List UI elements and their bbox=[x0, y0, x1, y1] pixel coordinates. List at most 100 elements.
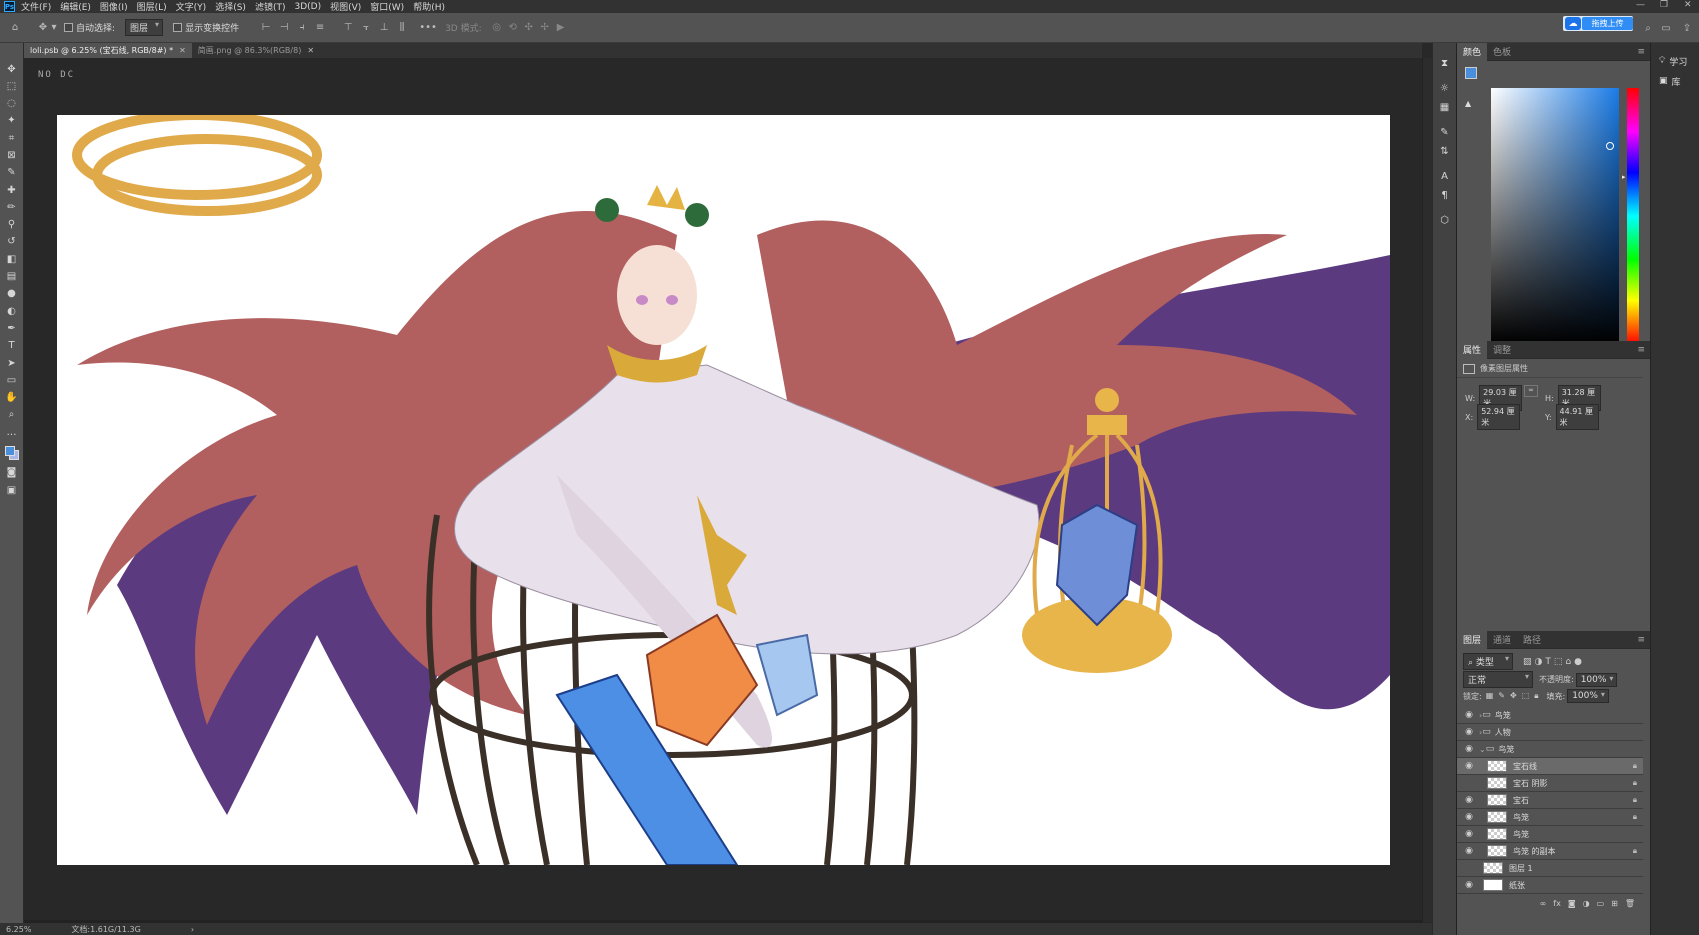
eyedropper-icon[interactable]: ✎ bbox=[3, 165, 21, 181]
visibility-eye-icon[interactable]: ◉ bbox=[1463, 761, 1475, 771]
align-bottom-icon[interactable]: ⊥ bbox=[377, 21, 391, 35]
auto-select-dropdown[interactable]: 图层 bbox=[125, 19, 164, 36]
color-swatches[interactable] bbox=[3, 442, 21, 464]
tab-jianhua-png[interactable]: 简画.png @ 86.3%(RGB/8) ✕ bbox=[192, 43, 320, 58]
panel-menu-icon[interactable]: ≡ bbox=[1637, 635, 1645, 645]
gradient-tool-icon[interactable]: ▤ bbox=[3, 269, 21, 285]
filter-shape-icon[interactable]: ⬚ bbox=[1554, 657, 1563, 667]
brush-settings-icon[interactable]: ✎ bbox=[1436, 124, 1454, 140]
properties-sliders-icon[interactable]: ⇅ bbox=[1436, 143, 1454, 159]
filter-smart-icon[interactable]: ⌂ bbox=[1565, 657, 1571, 667]
filter-adjustment-icon[interactable]: ◑ bbox=[1535, 657, 1543, 667]
menu-3d[interactable]: 3D(D) bbox=[294, 2, 321, 12]
layer-row-birdcage-b[interactable]: ◉ 鸟笼 bbox=[1457, 826, 1643, 843]
tab-layers[interactable]: 图层 bbox=[1457, 630, 1488, 649]
canvas-workspace[interactable]: NO DC bbox=[24, 58, 1422, 920]
layer-row-group-birdcage-2[interactable]: ◉ ⌄ ▭ 鸟笼 bbox=[1457, 741, 1643, 758]
panel-menu-icon[interactable]: ≡ bbox=[1637, 47, 1645, 57]
chevron-down-icon[interactable]: ⌄ bbox=[1479, 745, 1486, 754]
history-icon[interactable]: ⧗ bbox=[1436, 55, 1454, 71]
color-picker-cursor[interactable] bbox=[1606, 142, 1614, 150]
adjustment-layer-icon[interactable]: ◑ bbox=[1583, 899, 1590, 913]
layer-row-layer-1[interactable]: 图层 1 bbox=[1457, 860, 1643, 877]
menu-type[interactable]: 文字(Y) bbox=[176, 0, 207, 13]
layer-row-birdcage-copy[interactable]: ◉ 鸟笼 的副本 🔒︎ bbox=[1457, 843, 1643, 860]
close-icon[interactable]: ✕ bbox=[1684, 0, 1692, 10]
visibility-eye-icon[interactable]: ◉ bbox=[1463, 829, 1475, 839]
layer-row-birdcage-a[interactable]: ◉ 鸟笼 🔒︎ bbox=[1457, 809, 1643, 826]
home-icon[interactable]: ⌂ bbox=[8, 21, 22, 35]
visibility-eye-icon[interactable]: ◉ bbox=[1463, 727, 1475, 737]
menu-window[interactable]: 窗口(W) bbox=[370, 0, 404, 13]
distribute-v-icon[interactable]: ⫼ bbox=[395, 21, 409, 35]
close-tab-icon[interactable]: ✕ bbox=[307, 46, 314, 55]
menu-edit[interactable]: 编辑(E) bbox=[60, 0, 91, 13]
workspace-icon[interactable]: ▭ bbox=[1659, 21, 1673, 35]
stamp-tool-icon[interactable]: ⚲ bbox=[3, 217, 21, 233]
blend-mode-dropdown[interactable]: 正常 bbox=[1463, 671, 1533, 688]
tab-color[interactable]: 颜色 bbox=[1457, 42, 1488, 61]
lock-transparent-icon[interactable]: ▦ bbox=[1486, 691, 1494, 701]
x-input[interactable]: 52.94 厘米 bbox=[1477, 404, 1521, 430]
layer-row-paper[interactable]: ◉ 纸张 bbox=[1457, 877, 1643, 894]
adjustments-icon[interactable]: ☼ bbox=[1436, 80, 1454, 96]
move-tool-icon[interactable]: ✥ bbox=[3, 61, 21, 77]
orbit-icon[interactable]: ◎ bbox=[490, 21, 504, 35]
histogram-icon[interactable]: ▦ bbox=[1436, 99, 1454, 115]
eraser-tool-icon[interactable]: ◧ bbox=[3, 251, 21, 267]
document-canvas[interactable] bbox=[57, 115, 1390, 865]
hue-slider-handle[interactable]: ▸ bbox=[1622, 173, 1626, 181]
zoom-level[interactable]: 6.25% bbox=[6, 925, 31, 934]
menu-image[interactable]: 图像(I) bbox=[100, 0, 128, 13]
type-tool-icon[interactable]: T bbox=[3, 338, 21, 354]
screen-mode-icon[interactable]: ▣ bbox=[3, 482, 21, 498]
visibility-eye-icon[interactable]: ◉ bbox=[1463, 812, 1475, 822]
filter-pixel-icon[interactable]: ▨ bbox=[1523, 657, 1532, 667]
align-top-icon[interactable]: ⊤ bbox=[341, 21, 355, 35]
learn-button[interactable]: 💡︎ 学习 bbox=[1651, 51, 1699, 71]
tab-swatches[interactable]: 色板 bbox=[1487, 43, 1517, 61]
lock-artboard-icon[interactable]: ⬚ bbox=[1522, 691, 1530, 701]
character-icon[interactable]: A bbox=[1436, 168, 1454, 184]
hand-tool-icon[interactable]: ✋ bbox=[3, 390, 21, 406]
filter-toggle-icon[interactable]: ● bbox=[1574, 657, 1582, 667]
marquee-tool-icon[interactable]: ⬚ bbox=[3, 78, 21, 94]
chevron-down-icon[interactable]: ▾ bbox=[50, 21, 58, 35]
link-dimensions-icon[interactable]: ∞ bbox=[1524, 385, 1538, 397]
history-brush-icon[interactable]: ↺ bbox=[3, 234, 21, 250]
magic-wand-icon[interactable]: ✦ bbox=[3, 113, 21, 129]
dodge-tool-icon[interactable]: ◐ bbox=[3, 303, 21, 319]
brush-tool-icon[interactable]: ✏ bbox=[3, 199, 21, 215]
new-layer-icon[interactable]: ⊞ bbox=[1611, 899, 1618, 913]
layer-row-group-birdcage-1[interactable]: ◉ › ▭ 鸟笼 bbox=[1457, 707, 1643, 724]
panel-menu-icon[interactable]: ≡ bbox=[1637, 345, 1645, 355]
paragraph-icon[interactable]: ¶ bbox=[1436, 187, 1454, 203]
visibility-eye-icon[interactable]: ◉ bbox=[1463, 710, 1475, 720]
visibility-eye-icon[interactable]: ◉ bbox=[1463, 880, 1475, 890]
menu-file[interactable]: 文件(F) bbox=[21, 0, 51, 13]
lasso-tool-icon[interactable]: ◌ bbox=[3, 96, 21, 112]
search-icon[interactable]: ⌕ bbox=[1641, 21, 1655, 35]
add-mask-icon[interactable]: ◙ bbox=[1568, 899, 1576, 913]
more-tools-icon[interactable]: … bbox=[3, 424, 21, 440]
auto-select-checkbox[interactable]: 自动选择: bbox=[64, 21, 115, 34]
tab-adjustments[interactable]: 调整 bbox=[1487, 341, 1517, 359]
minimize-icon[interactable]: — bbox=[1636, 0, 1645, 10]
pan-icon[interactable]: ✣ bbox=[522, 21, 536, 35]
slide-icon[interactable]: ✢ bbox=[538, 21, 552, 35]
layer-filter-dropdown[interactable]: ⌕ 类型 bbox=[1463, 653, 1513, 670]
lock-all-icon[interactable]: 🔒︎ bbox=[1534, 691, 1538, 701]
healing-brush-icon[interactable]: ✚ bbox=[3, 182, 21, 198]
layer-row-gem-lines[interactable]: ◉ 宝石线 🔒︎ bbox=[1457, 758, 1643, 775]
show-transform-checkbox[interactable]: 显示变换控件 bbox=[173, 21, 239, 34]
share-icon[interactable]: ⇪ bbox=[1680, 21, 1694, 35]
opacity-input[interactable]: 100% bbox=[1575, 672, 1618, 687]
layer-row-gem[interactable]: ◉ 宝石 🔒︎ bbox=[1457, 792, 1643, 809]
fill-input[interactable]: 100% bbox=[1567, 689, 1609, 703]
menu-filter[interactable]: 滤镜(T) bbox=[255, 0, 286, 13]
align-right-icon[interactable]: ⫞ bbox=[295, 21, 309, 35]
roll-icon[interactable]: ⟲ bbox=[506, 21, 520, 35]
menu-layer[interactable]: 图层(L) bbox=[137, 0, 167, 13]
shape-tool-icon[interactable]: ▭ bbox=[3, 372, 21, 388]
layer-row-group-figure[interactable]: ◉ › ▭ 人物 bbox=[1457, 724, 1643, 741]
